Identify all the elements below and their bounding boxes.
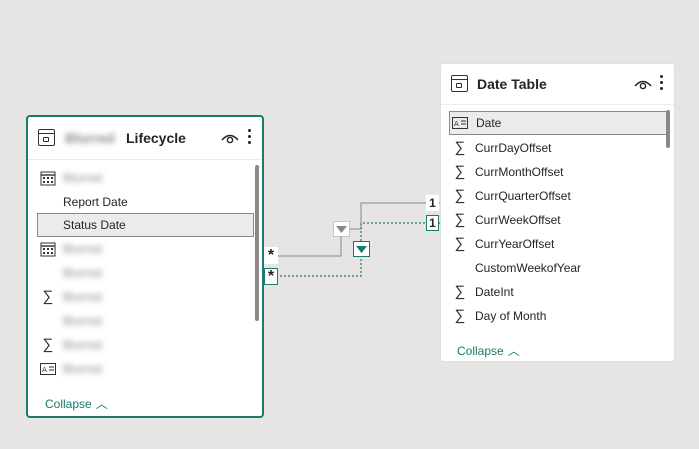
field-label: CurrWeekOffset [475,213,561,227]
active-relationship-line[interactable] [264,202,440,257]
svg-text:A: A [454,120,459,128]
table-title: Date Table [477,76,547,92]
field-row-currweekoffset[interactable]: ∑ CurrWeekOffset [449,208,667,232]
field-label: Day of Month [475,309,547,323]
scrollbar[interactable] [666,110,670,148]
field-label: DateInt [475,285,514,299]
table-icon [38,129,55,146]
sigma-icon: ∑ [454,163,466,180]
table-icon [451,75,468,92]
collapse-button[interactable]: Collapse ︿ [45,395,108,412]
field-row-currdayoffset[interactable]: ∑ CurrDayOffset [449,136,667,160]
inactive-relationship-line[interactable] [264,222,440,277]
table-title-prefix: Blurred [65,130,115,146]
sigma-icon: ∑ [42,288,54,305]
field-label: Status Date [63,218,126,232]
sigma-icon: ∑ [454,187,466,204]
scrollbar[interactable] [255,165,259,321]
calendar-icon [40,242,56,257]
more-options-icon[interactable] [248,129,252,145]
field-label: CurrMonthOffset [475,165,564,179]
field-row[interactable]: Blurred [37,309,254,333]
field-label: Blurred [63,338,102,352]
field-row[interactable]: A Blurred [37,357,254,381]
field-row[interactable]: Blurred [37,237,254,261]
chevron-up-icon: ︿ [95,397,108,411]
field-row[interactable]: ∑ Blurred [37,333,254,357]
collapse-button[interactable]: Collapse ︿ [457,342,520,359]
field-row-report-date[interactable]: Report Date [37,190,254,214]
many-cardinality-active: * [264,247,278,264]
sigma-icon: ∑ [454,307,466,324]
sigma-icon: ∑ [42,336,54,353]
many-cardinality-inactive: * [264,268,278,285]
field-label: CurrDayOffset [475,141,552,155]
field-row-status-date[interactable]: Status Date [37,213,254,237]
field-label: Date [476,116,502,130]
table-header[interactable]: Date Table [441,64,674,105]
eye-icon[interactable] [221,132,239,144]
field-label: Blurred [63,314,102,328]
field-label: Blurred [63,171,102,185]
one-cardinality-active: 1 [426,195,439,211]
svg-text:A: A [42,366,47,374]
filter-direction-arrow-icon[interactable] [353,241,370,257]
eye-icon[interactable] [634,78,652,90]
lifecycle-table-card[interactable]: Blurred Lifecycle Blurred Report Date St… [26,115,264,418]
field-row-day-of-month[interactable]: ∑ Day of Month [449,304,667,328]
field-row[interactable]: Blurred [37,166,254,190]
text-field-icon: A [40,363,56,375]
field-row-date[interactable]: A Date [449,111,667,135]
chevron-up-icon: ︿ [507,344,520,358]
field-label: CurrYearOffset [475,237,555,251]
field-row-currmonthoffset[interactable]: ∑ CurrMonthOffset [449,160,667,184]
text-field-icon: A [452,117,468,129]
sigma-icon: ∑ [454,235,466,252]
one-cardinality-inactive: 1 [426,215,439,231]
table-header[interactable]: Blurred Lifecycle [28,117,262,160]
sigma-icon: ∑ [454,283,466,300]
field-label: Blurred [63,242,102,256]
field-row-customweekofyear[interactable]: CustomWeekofYear [449,256,667,280]
field-label: Blurred [63,362,102,376]
field-row[interactable]: Blurred [37,261,254,285]
field-row-currquarteroffset[interactable]: ∑ CurrQuarterOffset [449,184,667,208]
field-row[interactable]: ∑ Blurred [37,285,254,309]
field-row-dateint[interactable]: ∑ DateInt [449,280,667,304]
sigma-icon: ∑ [454,211,466,228]
field-label: Blurred [63,290,102,304]
calendar-icon [40,171,56,186]
field-label: CustomWeekofYear [475,261,582,275]
date-table-card[interactable]: Date Table A Date ∑ CurrDayOffset ∑ Curr… [440,63,675,362]
field-row-curryearoffset[interactable]: ∑ CurrYearOffset [449,232,667,256]
more-options-icon[interactable] [660,75,664,91]
field-label: CurrQuarterOffset [475,189,571,203]
table-title: Lifecycle [126,130,186,146]
field-label: Report Date [63,195,128,209]
field-label: Blurred [63,266,102,280]
sigma-icon: ∑ [454,139,466,156]
filter-direction-arrow-icon[interactable] [333,221,350,237]
